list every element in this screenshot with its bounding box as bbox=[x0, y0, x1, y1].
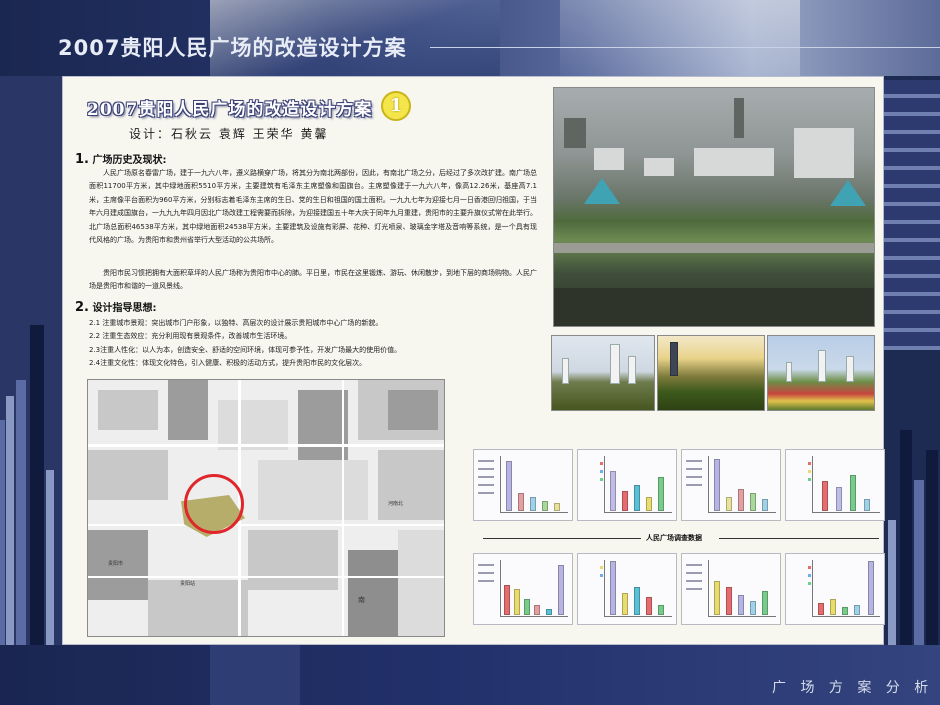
deco-bar bbox=[30, 325, 44, 645]
deco-bar bbox=[900, 430, 912, 645]
list-item: 2.4注重文化性：体现文化特色，引入健康、积极的活动方式，提升贵阳市民的文化层次… bbox=[89, 359, 367, 368]
section-1-paragraph-1: 人民广场原名春雷广场，建于一九六八年，遵义路横穿广场，将其分为南北两部份，因此，… bbox=[89, 169, 537, 245]
survey-chart-4 bbox=[785, 449, 885, 521]
deco-bar bbox=[6, 396, 14, 645]
map-label: 贵阳市 bbox=[108, 561, 124, 567]
header-rule bbox=[430, 47, 940, 48]
deco-bar bbox=[210, 645, 300, 705]
deco-bar bbox=[46, 470, 54, 645]
header-glass-decoration-2 bbox=[560, 0, 800, 76]
authors: 设计：石秋云 袁辉 王荣华 黄馨 bbox=[129, 127, 329, 141]
survey-chart-1 bbox=[473, 449, 573, 521]
map-label: 南 bbox=[358, 596, 365, 604]
survey-divider-left bbox=[483, 538, 641, 539]
survey-chart-6 bbox=[577, 553, 677, 625]
right-stripes-decoration bbox=[884, 80, 940, 350]
map-label: 河南北 bbox=[388, 501, 404, 507]
section-2-list: 2.1 注重城市景观：突出城市门户形象，以独特、高层次的设计展示贵阳城市中心广场… bbox=[89, 317, 401, 371]
map-label: 贵阳站 bbox=[180, 581, 196, 587]
deco-bar bbox=[0, 420, 5, 645]
square-photo-2 bbox=[657, 335, 765, 411]
survey-chart-5 bbox=[473, 553, 573, 625]
footer-caption: 广 场 方 案 分 析 bbox=[772, 680, 934, 696]
deco-bar bbox=[16, 380, 26, 645]
doc-number-badge: 1 bbox=[381, 91, 411, 121]
map-site-marker bbox=[184, 474, 244, 534]
deco-bar bbox=[926, 450, 938, 645]
list-item: 2.2 注重生态效应：充分利用现有景观条件，改善城市生活环境。 bbox=[89, 332, 292, 341]
square-photo-3 bbox=[767, 335, 875, 411]
survey-chart-7 bbox=[681, 553, 781, 625]
square-aerial-photo bbox=[553, 87, 875, 327]
survey-divider-right bbox=[719, 538, 879, 539]
section-1-paragraph-2: 贵阳市民习惯把拥有大面积草坪的人民广场称为贵阳市中心的肺。平日里，市民在这里锻炼… bbox=[89, 269, 537, 291]
list-item: 2.1 注重城市景观：突出城市门户形象，以独特、高层次的设计展示贵阳城市中心广场… bbox=[89, 319, 383, 327]
section-2-heading: 2. 设计指导思想: bbox=[75, 299, 156, 315]
section-1-title: 广场历史及现状: bbox=[92, 155, 167, 166]
page-title: 2007贵阳人民广场的改造设计方案 bbox=[58, 36, 407, 60]
section-1-heading: 1. 广场历史及现状: bbox=[75, 151, 166, 167]
survey-chart-8 bbox=[785, 553, 885, 625]
list-item: 2.3注重人性化：以人为本，创造安全、舒适的空间环境，体现可参予性，开发广场最大… bbox=[89, 345, 402, 354]
square-photo-1 bbox=[551, 335, 655, 411]
location-map: 贵阳站 南 河南北 贵阳市 bbox=[87, 379, 445, 637]
doc-title: 2007贵阳人民广场的改造设计方案 bbox=[87, 100, 373, 120]
deco-bar bbox=[914, 480, 924, 645]
section-1-number: 1. bbox=[75, 152, 89, 167]
survey-title: 人民广场调查数据 bbox=[646, 534, 702, 542]
poster-board: 2007贵阳人民广场的改造设计方案 1 设计：石秋云 袁辉 王荣华 黄馨 1. … bbox=[62, 76, 885, 645]
deco-bar bbox=[888, 520, 896, 645]
section-2-title: 设计指导思想: bbox=[92, 303, 157, 314]
survey-chart-3 bbox=[681, 449, 781, 521]
section-2-number: 2. bbox=[75, 300, 89, 315]
survey-chart-2 bbox=[577, 449, 677, 521]
